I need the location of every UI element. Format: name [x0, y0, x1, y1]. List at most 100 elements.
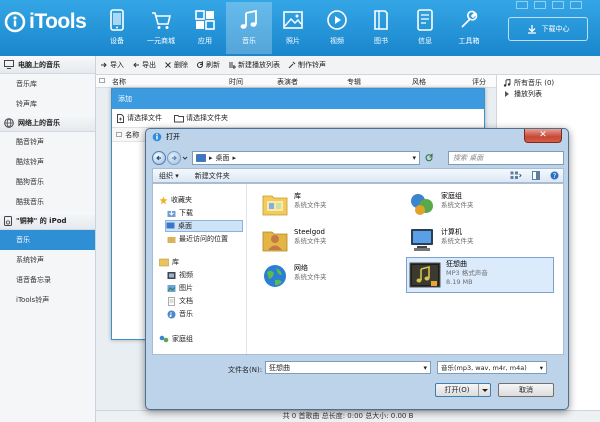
refresh-button[interactable]: 刷新 [196, 60, 220, 70]
delete-button[interactable]: 删除 [164, 60, 188, 70]
playlist-item[interactable]: 播放列表 [503, 88, 594, 99]
nav-apps[interactable]: 应用 [182, 2, 228, 54]
add-select-all-checkbox[interactable]: ☐ [116, 131, 122, 139]
file-item-steelgod[interactable]: Steelgod 系统文件夹 [261, 226, 411, 258]
sidebar-section-title: 网络上的音乐 [18, 118, 60, 127]
desktop-icon [166, 222, 175, 229]
nav-shop[interactable]: 一元商城 [138, 2, 184, 54]
sidebar-item-ringtone-library[interactable]: 铃声库 [0, 94, 95, 114]
open-file-dialog: 打开 ✕ ▸ 桌面 ▸ ▾ 搜索 桌面 组织 ▾ 新建文件夹 ? 收藏夹 下载 … [145, 128, 569, 410]
nav-device[interactable]: 设备 [94, 2, 140, 54]
select-folder-button[interactable]: 请选择文件夹 [174, 113, 228, 123]
address-bar[interactable]: ▸ 桌面 ▸ ▾ [192, 150, 420, 165]
forward-button[interactable] [167, 150, 181, 165]
sidebar-item-kuwo[interactable]: 酷我音乐 [0, 192, 95, 212]
tree-homegroup[interactable]: 家庭组 [159, 334, 193, 344]
maximize-window-button[interactable] [552, 1, 564, 9]
apps-icon [195, 10, 215, 30]
nav-book[interactable]: 图书 [358, 2, 404, 54]
file-item-rhapsody-mp3[interactable]: 狂想曲 MP3 格式声音 8.19 MB [406, 257, 554, 293]
tree-libraries[interactable]: 库 [159, 257, 179, 267]
tree-music[interactable]: 音乐 [167, 309, 193, 319]
back-button[interactable] [152, 150, 166, 165]
close-window-button[interactable] [570, 1, 582, 9]
sidebar-item-kugou[interactable]: 酷狗音乐 [0, 172, 95, 192]
sidebar-item-system-ringtones[interactable]: 系统铃声 [0, 250, 95, 270]
sidebar-item-kuyin[interactable]: 酷音铃声 [0, 132, 95, 152]
sidebar-section-computer[interactable]: 电脑上的音乐 [0, 56, 95, 74]
search-input[interactable]: 搜索 桌面 [448, 150, 564, 165]
sidebar-item-kuxuan[interactable]: 酷炫铃声 [0, 152, 95, 172]
nav-message[interactable]: 信息 [402, 2, 448, 54]
col-artist[interactable]: 表演者 [277, 77, 298, 87]
status-bar: 共 0 首歌曲 总长度: 0:00 总大小: 0.00 B [96, 410, 600, 422]
help-icon[interactable]: ? [550, 171, 559, 180]
mp3-file-icon [409, 262, 441, 288]
export-button[interactable]: 导出 [132, 60, 156, 70]
select-file-button[interactable]: 请选择文件 [116, 113, 162, 123]
refresh-icon[interactable] [424, 152, 434, 163]
open-dropdown-icon[interactable] [478, 384, 490, 396]
preview-pane-icon[interactable] [532, 171, 540, 180]
address-dropdown-icon[interactable]: ▾ [412, 154, 416, 162]
file-size: 8.19 MB [446, 278, 473, 286]
col-name[interactable]: 名称 [112, 77, 126, 87]
sidebar-item-itools-ringtones[interactable]: iTools铃声 [0, 290, 95, 310]
tree-favorites[interactable]: 收藏夹 [159, 195, 192, 205]
new-playlist-button[interactable]: 新建播放列表 [228, 60, 280, 70]
tree-downloads-label: 下载 [179, 209, 193, 217]
sidebar-item-music-library[interactable]: 音乐库 [0, 74, 95, 94]
select-all-checkbox[interactable]: ☐ [99, 77, 105, 85]
star-icon [159, 196, 168, 204]
tree-desktop[interactable]: 桌面 [165, 220, 243, 232]
file-type: MP3 格式声音 [446, 269, 488, 277]
tree-recent[interactable]: 最近访问的位置 [167, 234, 228, 244]
minimize-window-button[interactable] [534, 1, 546, 9]
nav-photo[interactable]: 照片 [270, 2, 316, 54]
music-note-icon [503, 78, 511, 87]
col-time[interactable]: 时间 [229, 77, 243, 87]
tree-downloads[interactable]: 下载 [167, 208, 193, 218]
import-button[interactable]: 导入 [100, 60, 124, 70]
delete-label: 删除 [174, 61, 188, 69]
cancel-button[interactable]: 取消 [498, 383, 554, 397]
download-center-button[interactable]: 下载中心 [508, 17, 588, 41]
computer-icon [4, 60, 14, 69]
tree-documents[interactable]: 文档 [167, 296, 193, 306]
close-dialog-button[interactable]: ✕ [524, 129, 562, 143]
export-icon [133, 62, 139, 68]
organize-button[interactable]: 组织 ▾ [159, 171, 179, 181]
filename-dropdown-icon[interactable]: ▾ [423, 362, 427, 374]
file-item-homegroup[interactable]: 家庭组 系统文件夹 [408, 190, 558, 222]
nav-toolbox[interactable]: 工具箱 [446, 2, 492, 54]
open-button[interactable]: 打开(O) [435, 383, 491, 397]
filetype-dropdown-icon[interactable]: ▾ [540, 362, 543, 373]
nav-label: 图书 [374, 37, 388, 45]
nav-video[interactable]: 视频 [314, 2, 360, 54]
col-rating[interactable]: 评分 [472, 77, 486, 87]
tree-pictures[interactable]: 图片 [167, 283, 193, 293]
file-item-network[interactable]: 网络 系统文件夹 [261, 262, 411, 294]
col-album[interactable]: 专辑 [347, 77, 361, 87]
all-music-item[interactable]: 所有音乐 (0) [503, 77, 594, 88]
settings-window-button[interactable] [516, 1, 528, 9]
file-item-computer[interactable]: 计算机 系统文件夹 [408, 226, 558, 258]
tree-music-label: 音乐 [179, 310, 193, 318]
sidebar-item-music[interactable]: 音乐 [0, 230, 95, 250]
new-folder-button[interactable]: 新建文件夹 [195, 171, 230, 181]
nav-music[interactable]: 音乐 [226, 2, 272, 54]
filetype-select[interactable]: 音乐(mp3, wav, m4r, m4a) ▾ [437, 361, 547, 374]
documents-folder-icon [168, 296, 175, 306]
add-col-name[interactable]: 名称 [125, 130, 139, 140]
filename-input[interactable]: 狂想曲 ▾ [265, 361, 431, 374]
make-ringtone-button[interactable]: 制作铃声 [288, 60, 326, 70]
sidebar-section-online[interactable]: 网络上的音乐 [0, 114, 95, 132]
sidebar-item-voice-memos[interactable]: 语音备忘录 [0, 270, 95, 290]
address-crumb[interactable]: 桌面 [216, 153, 230, 163]
history-dropdown-icon[interactable] [182, 155, 188, 161]
tree-videos[interactable]: 视频 [167, 270, 193, 280]
view-mode-icon[interactable] [510, 171, 522, 180]
sidebar-section-ipod[interactable]: "铜神" 的 iPod [0, 212, 95, 230]
col-style[interactable]: 风格 [412, 77, 426, 87]
file-item-library[interactable]: 库系统文件夹 [261, 190, 411, 222]
